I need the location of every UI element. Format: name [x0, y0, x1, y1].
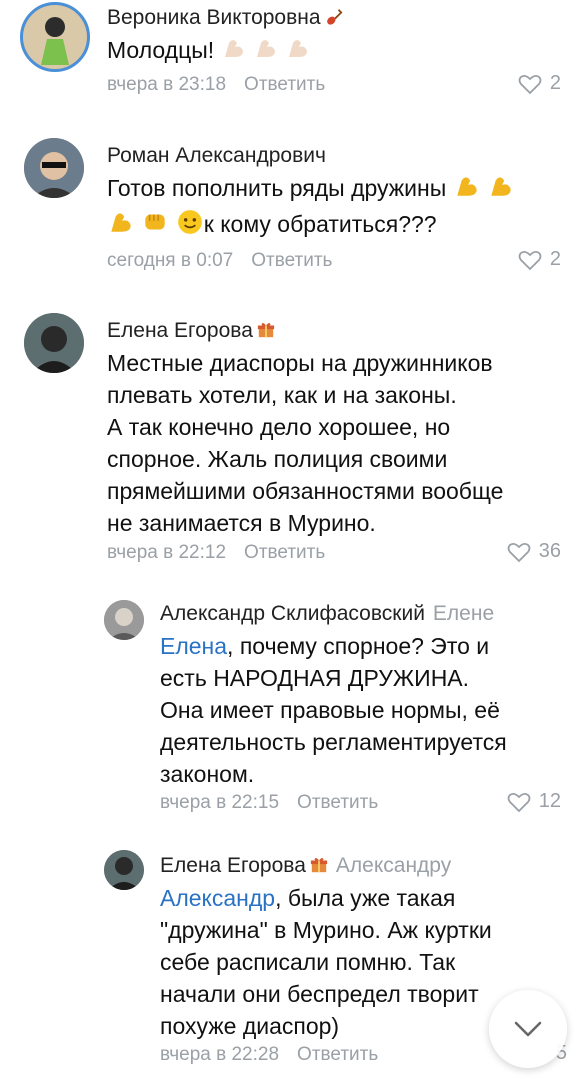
comment-meta: сегодня в 0:07 Ответить	[107, 250, 332, 272]
like-count: 2	[549, 248, 561, 270]
chevron-down-icon	[514, 1021, 542, 1037]
comment-author[interactable]: Елена Егорова Александру	[160, 854, 451, 878]
comment-time: вчера в 22:12	[107, 542, 227, 563]
flexed-biceps-icon	[487, 172, 515, 208]
reply-button[interactable]: Ответить	[297, 792, 378, 813]
comment-text: Местные диаспоры на дружинников плевать …	[107, 350, 504, 536]
comment-meta: вчера в 23:18 Ответить	[107, 74, 325, 96]
comment-author[interactable]: Вероника Викторовна	[107, 6, 343, 30]
flexed-biceps-icon	[453, 172, 481, 208]
comment-4: Александр Склифасовский Елене Елена, поче…	[0, 590, 587, 830]
flexed-biceps-icon	[253, 35, 279, 69]
reply-button[interactable]: Ответить	[244, 74, 325, 95]
reply-button[interactable]: Ответить	[244, 542, 325, 563]
mention-link[interactable]: Александр	[160, 885, 275, 911]
comment-time: вчера в 22:15	[160, 792, 280, 813]
like-button[interactable]: 12	[507, 790, 561, 813]
heart-icon	[507, 542, 531, 562]
avatar[interactable]	[24, 138, 84, 198]
heart-icon	[518, 250, 542, 270]
comment-author[interactable]: Елена Егорова	[107, 319, 275, 343]
comment-text: Готов пополнить ряды дружины к кому обра…	[107, 172, 567, 244]
reply-to-label: Александру	[335, 854, 452, 877]
comment-author[interactable]: Александр Склифасовский Елене	[160, 602, 494, 626]
comment-2: Роман Александрович Готов пополнить ряды…	[0, 130, 587, 280]
comment-meta: вчера в 22:15 Ответить	[160, 792, 378, 814]
heart-icon	[518, 74, 542, 94]
flexed-biceps-icon	[285, 35, 311, 69]
gift-icon	[257, 323, 275, 338]
like-button[interactable]: 36	[507, 540, 561, 563]
like-count: 36	[538, 540, 561, 562]
flexed-biceps-icon	[221, 35, 247, 69]
avatar[interactable]	[104, 850, 144, 890]
like-button[interactable]: 2	[518, 248, 561, 271]
guitar-icon	[326, 9, 343, 25]
reply-to-label: Елене	[432, 602, 495, 625]
smile-icon	[176, 208, 204, 244]
comment-meta: вчера в 22:12 Ответить	[107, 542, 325, 564]
comment-text: Молодцы!	[107, 34, 311, 69]
scroll-down-button[interactable]	[489, 990, 567, 1068]
comment-3: Елена Егорова Местные диаспоры на дружин…	[0, 305, 587, 575]
heart-icon	[507, 792, 531, 812]
avatar[interactable]	[24, 313, 84, 373]
comment-meta: вчера в 22:28 Ответить	[160, 1044, 378, 1066]
mention-link[interactable]: Елена	[160, 633, 227, 659]
like-count: 12	[538, 790, 561, 812]
avatar[interactable]	[104, 600, 144, 640]
comment-1: Вероника Викторовна Молодцы! вчера в 23:…	[0, 0, 587, 110]
flexed-biceps-icon	[107, 208, 135, 244]
reply-button[interactable]: Ответить	[297, 1044, 378, 1065]
comment-text: Елена, почему спорное? Это и есть НАРОДН…	[160, 633, 507, 787]
fist-icon	[141, 208, 169, 244]
comment-author[interactable]: Роман Александрович	[107, 144, 326, 168]
gift-icon	[310, 858, 328, 873]
avatar[interactable]	[20, 2, 90, 72]
like-button[interactable]: 2	[518, 72, 561, 95]
reply-button[interactable]: Ответить	[251, 250, 332, 271]
like-count: 2	[549, 72, 561, 94]
comment-time: сегодня в 0:07	[107, 250, 234, 271]
comment-time: вчера в 22:28	[160, 1044, 280, 1065]
comment-time: вчера в 23:18	[107, 74, 227, 95]
